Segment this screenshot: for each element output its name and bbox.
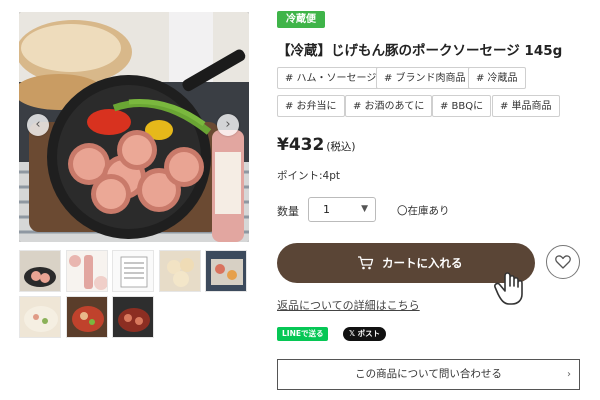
chevron-right-icon: › [567,369,571,380]
price-value: ¥432 [277,135,325,155]
gallery-prev-button[interactable]: ‹ [27,114,49,136]
thumbnail-5[interactable] [205,250,247,292]
thumbnail-2[interactable] [66,250,108,292]
line-share-button[interactable]: LINEで送る [277,327,329,341]
tag-ham-sausage[interactable]: # ハム・ソーセージ [277,67,385,89]
product-inquiry-button[interactable]: この商品について問い合わせる › [277,359,580,390]
add-to-cart-label: カートに入れる [382,256,463,270]
cart-icon [358,256,374,270]
quantity-label: 数量 [277,205,299,218]
tag-brand-meat[interactable]: # ブランド肉商品 [376,67,474,89]
thumbnail-4[interactable] [159,250,201,292]
quantity-value: 1 [323,203,330,216]
points-label: ポイント:4pt [277,170,340,182]
thumbnail-8[interactable] [112,296,154,338]
return-policy-link[interactable]: 返品についての詳細はこちら [277,297,420,313]
tag-single-item[interactable]: # 単品商品 [492,95,560,117]
tax-note: (税込) [326,141,356,153]
price: ¥432 (税込) [277,135,356,155]
gallery-next-button[interactable]: › [217,114,239,136]
tag-refrigerated[interactable]: # 冷蔵品 [468,67,526,89]
stock-status: 〇在庫あり [397,205,450,217]
x-post-button[interactable]: 𝕏 ポスト [343,327,387,341]
thumbnail-1[interactable] [19,250,61,292]
chevron-down-icon: ▼ [361,204,368,214]
inquiry-label: この商品について問い合わせる [355,368,502,380]
tag-bbq[interactable]: # BBQに [432,95,492,117]
quantity-select[interactable]: 1 ▼ [308,197,376,222]
tag-drinks-snack[interactable]: # お酒のあてに [345,95,433,117]
heart-icon [555,255,571,269]
thumbnail-3[interactable] [112,250,154,292]
tag-bento[interactable]: # お弁当に [277,95,345,117]
favorite-button[interactable] [546,245,580,279]
refrigerated-badge: 冷蔵便 [277,11,325,28]
thumbnail-6[interactable] [19,296,61,338]
product-title: 【冷蔵】じげもん豚のポークソーセージ 145g [277,43,563,59]
pointer-hand-icon [494,272,523,305]
thumbnail-7[interactable] [66,296,108,338]
main-product-photo[interactable] [19,12,249,242]
